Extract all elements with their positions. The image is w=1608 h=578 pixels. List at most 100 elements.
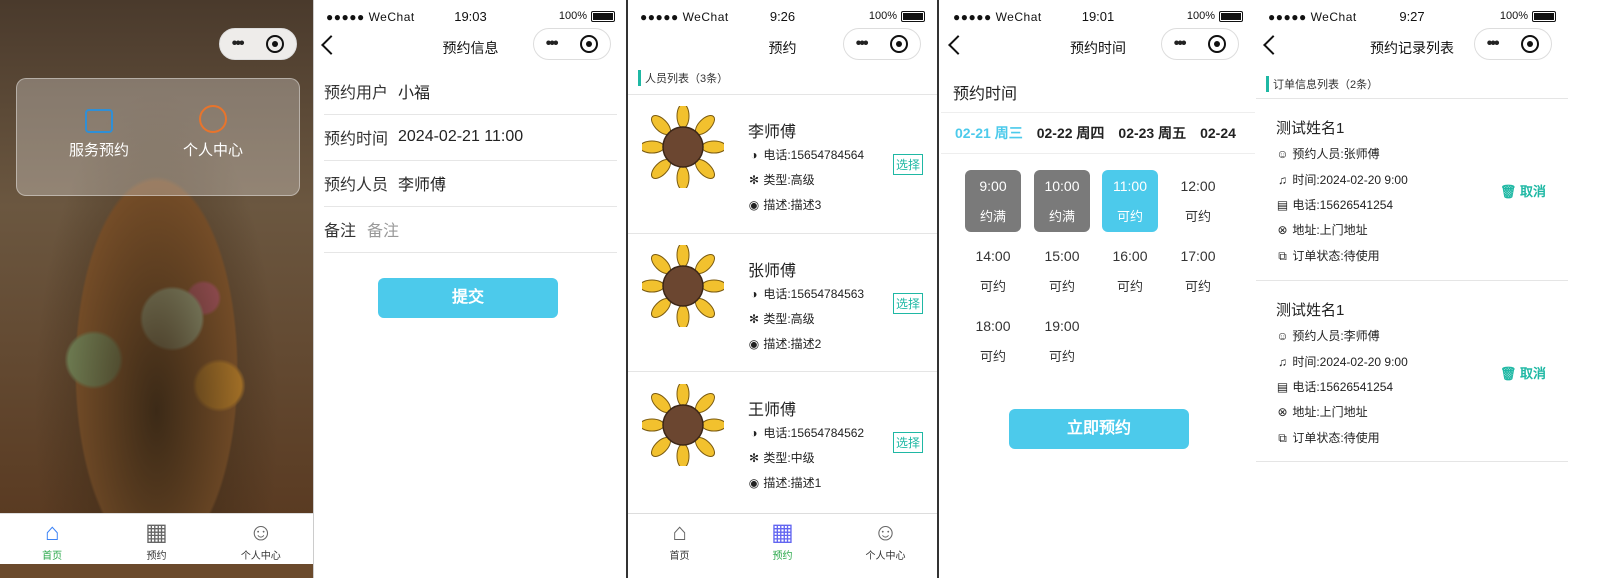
mini-program-capsule[interactable]: ••• <box>533 28 611 60</box>
remark-row: 备注 备注 <box>324 206 617 253</box>
select-button[interactable]: 选择 <box>892 154 923 175</box>
divider <box>1256 461 1568 462</box>
more-icon[interactable]: ••• <box>232 35 245 53</box>
battery-percent: 100% <box>558 10 587 22</box>
date-tab[interactable]: 02-23 周五 <box>1118 123 1186 143</box>
time-row: 预约时间 2024-02-21 11:00 <box>324 114 617 161</box>
service-booking-entry[interactable]: 服务预约 <box>39 105 159 160</box>
time-text: 时间:2024-02-20 9:00 <box>1292 355 1408 369</box>
tab-home-label: 首页 <box>42 551 63 562</box>
user-circle-icon <box>199 105 227 133</box>
sunflower-avatar <box>642 384 724 466</box>
personal-center-entry[interactable]: 个人中心 <box>153 105 273 160</box>
slot-time: 19:00 <box>1044 318 1080 334</box>
tab-booking[interactable]: ▦ 预约 <box>104 514 208 564</box>
mini-program-capsule[interactable]: ••• <box>843 28 921 60</box>
desc-line: ◉ 描述:描述3 <box>748 196 822 213</box>
slot-status: 约满 <box>979 209 1006 224</box>
time-line: ♫ 时间:2024-02-20 9:00 <box>1276 353 1408 370</box>
info-icon: ◉ <box>748 476 760 490</box>
remark-input[interactable]: 备注 <box>367 217 399 241</box>
battery-percent: 100% <box>868 10 897 22</box>
battery-icon <box>1219 10 1243 22</box>
close-target-icon[interactable] <box>890 35 909 53</box>
slot-time: 15:00 <box>1044 248 1080 264</box>
time-slot[interactable]: 15:00 可约 <box>1034 240 1090 302</box>
cancel-button[interactable]: 🗑 取消 <box>1500 181 1546 200</box>
smiley-icon: ☺ <box>1276 147 1289 161</box>
phone-line: ◑ 电话:15654784562 <box>748 424 864 441</box>
submit-button[interactable]: 提交 <box>378 278 558 318</box>
time-slot[interactable]: 9:00 约满 <box>965 170 1021 232</box>
order-card: 测试姓名1 ☺ 预约人员:张师傅 ♫ 时间:2024-02-20 9:00 ▤ … <box>1256 99 1568 279</box>
time-slot[interactable]: 10:00 约满 <box>1034 170 1090 232</box>
more-icon[interactable]: ••• <box>1487 35 1500 53</box>
phone-icon: ▤ <box>1276 380 1289 394</box>
time-slot[interactable]: 14:00 可约 <box>965 240 1021 302</box>
state-line: ⧉ 订单状态:待使用 <box>1276 429 1380 446</box>
battery-icon <box>1532 10 1556 22</box>
staff-row: 预约人员 李师傅 <box>324 160 617 207</box>
staff-label: 预约人员 <box>324 177 389 194</box>
state-text: 订单状态:待使用 <box>1292 431 1380 445</box>
tab-profile[interactable]: ☺ 个人中心 <box>209 514 313 564</box>
time-slot[interactable]: 19:00 可约 <box>1034 310 1090 372</box>
calendar-icon: ▦ <box>145 519 168 546</box>
time-value: 2024-02-21 11:00 <box>398 128 524 145</box>
time-slot[interactable]: 17:00 可约 <box>1170 240 1226 302</box>
location-icon: ⊗ <box>1277 223 1288 237</box>
trash-icon: 🗑 <box>1499 184 1517 199</box>
tab-home[interactable]: ⌂ 首页 <box>628 514 731 564</box>
cancel-button[interactable]: 🗑 取消 <box>1500 363 1546 382</box>
phone-text: 电话:15626541254 <box>1292 198 1394 212</box>
info-icon: ◉ <box>748 198 760 212</box>
mini-program-capsule[interactable]: ••• <box>1161 28 1239 60</box>
bell-icon: ♫ <box>1278 355 1287 369</box>
tab-booking[interactable]: ▦ 预约 <box>731 514 834 564</box>
list-item: 李师傅 ◑ 电话:15654784564 ✻ 类型:高级 ◉ 描述:描述3 选择 <box>628 96 937 234</box>
tab-home[interactable]: ⌂ 首页 <box>0 514 104 564</box>
close-target-icon[interactable] <box>1521 35 1540 53</box>
close-target-icon[interactable] <box>580 35 599 53</box>
time-slot[interactable]: 12:00 可约 <box>1170 170 1226 232</box>
remark-label: 备注 <box>324 223 357 240</box>
snowflake-icon: ✻ <box>748 312 760 326</box>
desc-line: ◉ 描述:描述2 <box>748 335 822 352</box>
tab-bar: ⌂ 首页 ▦ 预约 ☺ 个人中心 <box>0 513 313 564</box>
mini-program-capsule[interactable]: ••• <box>219 28 297 60</box>
booking-info-screen: ●●●●● WeChat 19:03 100% 预约信息 ••• 预约用户 小福… <box>313 0 627 578</box>
date-tab[interactable]: 02-21 周三 <box>955 123 1023 143</box>
time-slot[interactable]: 16:00 可约 <box>1102 240 1158 302</box>
select-button[interactable]: 选择 <box>892 293 923 314</box>
time-slot[interactable]: 18:00 可约 <box>965 310 1021 372</box>
book-now-button[interactable]: 立即预约 <box>1009 409 1189 449</box>
close-target-icon[interactable] <box>1208 35 1227 53</box>
mini-program-capsule[interactable]: ••• <box>1474 28 1552 60</box>
close-target-icon[interactable] <box>266 35 285 53</box>
tab-profile-label: 个人中心 <box>865 551 906 562</box>
battery-percent: 100% <box>1186 10 1215 22</box>
staff-text: 预约人员:李师傅 <box>1292 329 1380 343</box>
time-slot[interactable]: 11:00 可约 <box>1102 170 1158 232</box>
date-tab[interactable]: 02-24 <box>1200 125 1236 141</box>
tab-profile[interactable]: ☺ 个人中心 <box>834 514 937 564</box>
time-text: 时间:2024-02-20 9:00 <box>1292 173 1408 187</box>
desc-line: ◉ 描述:描述1 <box>748 474 822 491</box>
user-row: 预约用户 小福 <box>324 68 617 115</box>
more-icon[interactable]: ••• <box>856 35 869 53</box>
slot-time: 18:00 <box>975 318 1011 334</box>
more-icon[interactable]: ••• <box>546 35 559 53</box>
address-text: 地址:上门地址 <box>1292 405 1368 419</box>
select-button[interactable]: 选择 <box>892 432 923 453</box>
desc-text: 描述:描述1 <box>763 476 822 490</box>
state-text: 订单状态:待使用 <box>1292 249 1380 263</box>
slot-time: 17:00 <box>1180 248 1216 264</box>
date-tab[interactable]: 02-22 周四 <box>1037 123 1105 143</box>
type-line: ✻ 类型:中级 <box>748 449 815 466</box>
slot-status: 可约 <box>1116 209 1143 224</box>
tab-booking-label: 预约 <box>146 551 167 562</box>
type-text: 类型:高级 <box>763 312 815 326</box>
more-icon[interactable]: ••• <box>1174 35 1187 53</box>
tab-home-label: 首页 <box>669 551 690 562</box>
booking-records-screen: ●●●●● WeChat 9:27 100% 预约记录列表 ••• 订单信息列表… <box>1256 0 1568 578</box>
